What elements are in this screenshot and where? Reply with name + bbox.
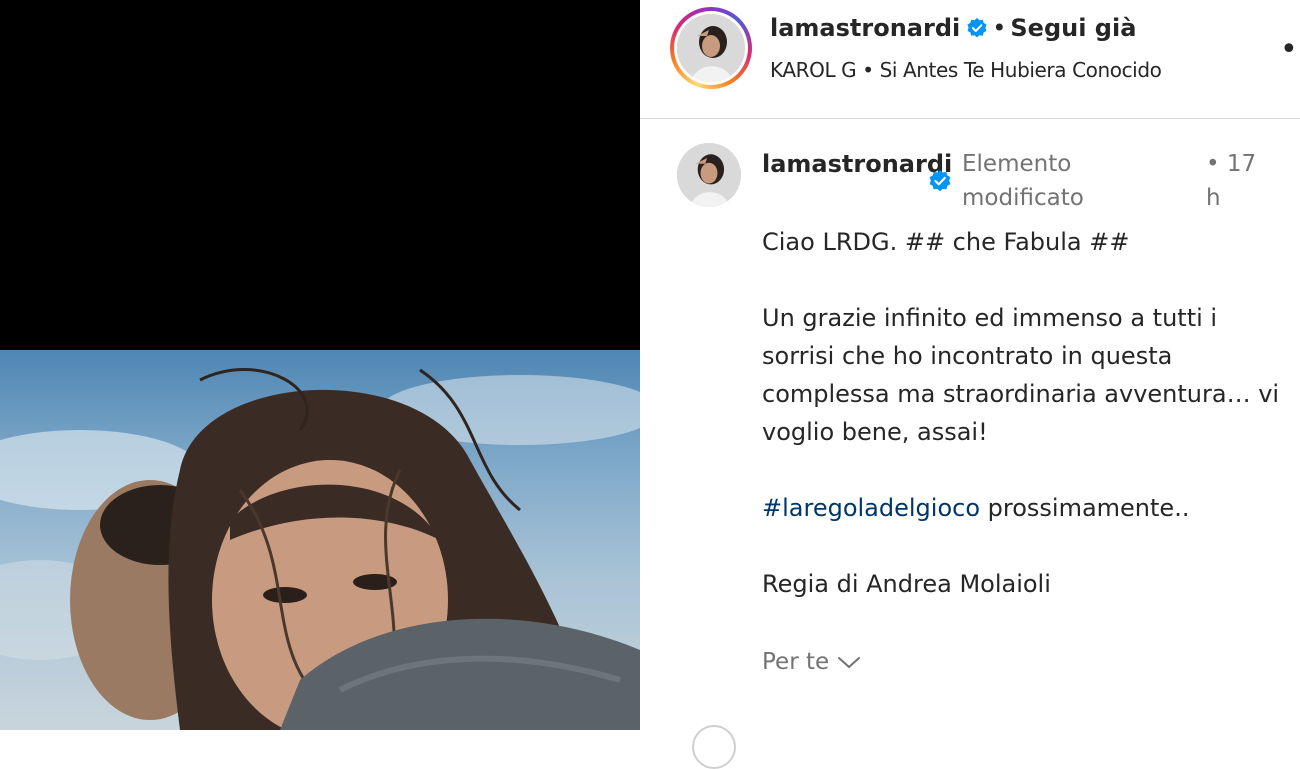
caption-line-3: #laregoladelgioco prossimamente.. xyxy=(762,489,1292,527)
hashtag-suffix: prossimamente.. xyxy=(980,494,1190,522)
more-horizontal-icon[interactable]: •• xyxy=(1280,35,1300,65)
chevron-down-icon xyxy=(836,649,862,675)
edited-label: Elemento modificato xyxy=(962,151,1084,211)
caption-line-1: Ciao LRDG. ## che Fabula ## xyxy=(762,228,1130,256)
following-button[interactable]: Segui già xyxy=(1010,14,1136,42)
caption-text: Ciao LRDG. ## che Fabula ## Un grazie in… xyxy=(762,223,1292,603)
post-header: lamastronardi • Segui già KAROL G • Si Ant… xyxy=(640,0,1300,119)
music-link[interactable]: KAROL G • Si Antes Te Hubiera Conocido xyxy=(770,58,1162,82)
photo-illustration xyxy=(0,368,640,730)
verified-badge-icon xyxy=(928,169,952,193)
caption-line-4: Regia di Andrea Molaioli xyxy=(762,570,1051,598)
avatar[interactable] xyxy=(677,14,745,82)
translate-label: Per te xyxy=(762,649,830,675)
see-translation-button[interactable]: Per te xyxy=(762,649,862,675)
post-media[interactable] xyxy=(0,0,640,730)
post-caption: lamastronardi Elemento modificato • 17 h… xyxy=(640,119,1300,769)
caption-avatar[interactable] xyxy=(677,143,741,207)
header-title: lamastronardi • Segui già xyxy=(770,14,1136,42)
caption-line-2: Un grazie infinito ed immenso a tutti i … xyxy=(762,304,1280,446)
separator-dot: • xyxy=(992,14,1007,42)
verified-badge-icon xyxy=(966,17,988,39)
post-photo xyxy=(0,350,640,730)
caption-username[interactable]: lamastronardi xyxy=(762,147,952,181)
hashtag-link[interactable]: #laregoladelgioco xyxy=(762,494,980,522)
time-separator: • xyxy=(1206,151,1220,177)
username-link[interactable]: lamastronardi xyxy=(770,14,960,42)
timestamp[interactable]: • 17 h xyxy=(1206,147,1266,215)
comment-avatar xyxy=(692,725,736,769)
post-details-panel: lamastronardi • Segui già KAROL G • Si Ant… xyxy=(640,0,1300,769)
